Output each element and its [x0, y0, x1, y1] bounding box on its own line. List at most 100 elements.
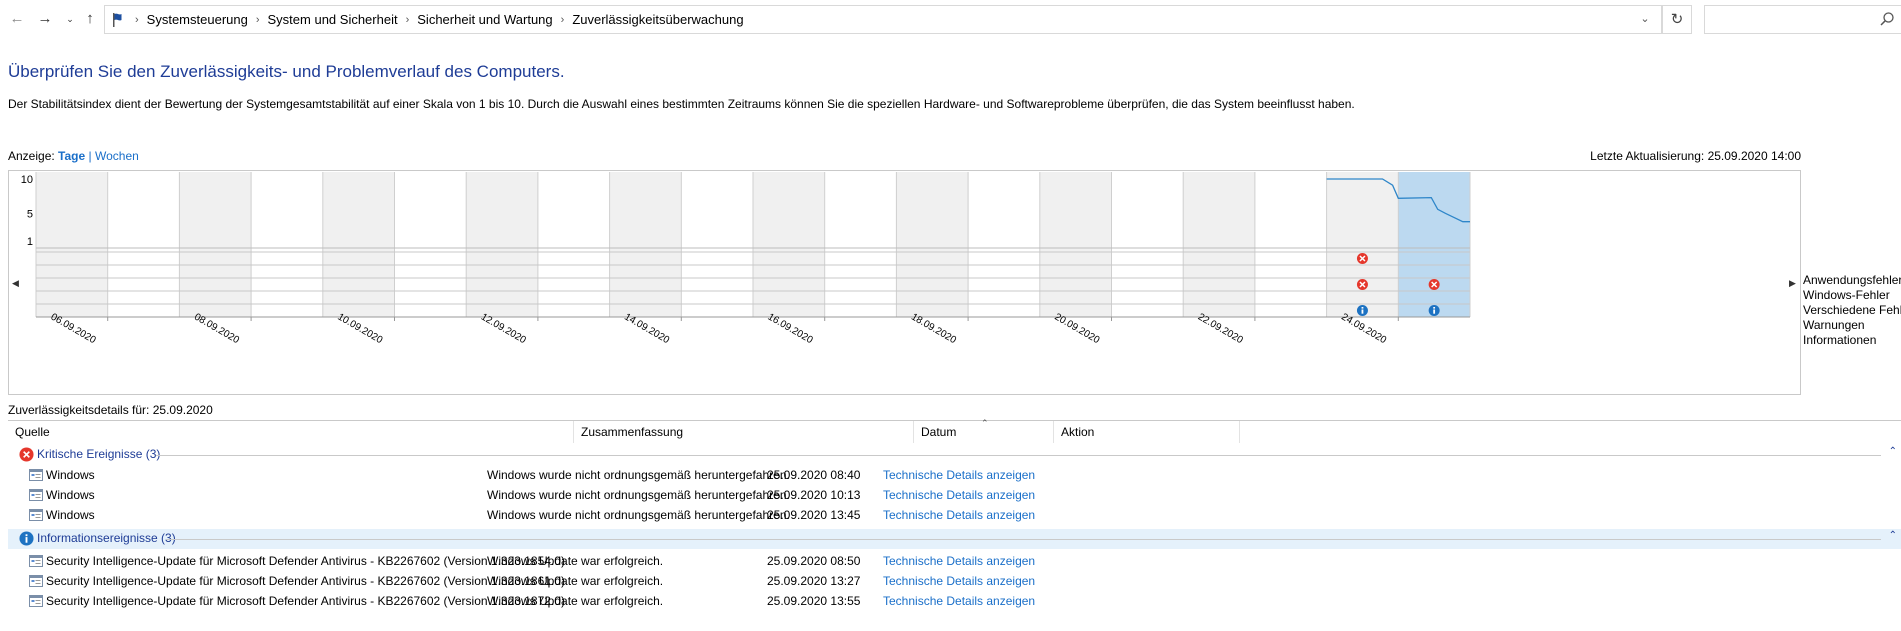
breadcrumb-sicherheit-und-wartung[interactable]: Sicherheit und Wartung	[417, 12, 552, 27]
technical-details-link[interactable]: Technische Details anzeigen	[883, 574, 1035, 588]
group-divider	[156, 455, 1881, 456]
day-column[interactable]	[466, 172, 538, 317]
table-row[interactable]: Windows Windows wurde nicht ordnungsgemä…	[8, 505, 1901, 525]
error-icon	[1356, 279, 1368, 290]
row-date: 25.09.2020 13:55	[767, 594, 861, 608]
table-row[interactable]: Windows Windows wurde nicht ordnungsgemä…	[8, 465, 1901, 485]
info-icon-dot	[1433, 307, 1436, 309]
day-column[interactable]	[1183, 172, 1255, 317]
table-row[interactable]: Windows Windows wurde nicht ordnungsgemä…	[8, 485, 1901, 505]
column-header-quelle[interactable]: Quelle	[8, 421, 574, 443]
y-tick-label: 1	[27, 236, 33, 248]
day-column[interactable]	[1326, 172, 1399, 317]
breadcrumb-zuverlaessigkeitsueberwachung[interactable]: Zuverlässigkeitsüberwachung	[572, 12, 743, 27]
navigation-bar: ← → ⌄ ↑ › Systemsteuerung › System und S…	[0, 0, 1901, 40]
scroll-left-arrow-icon[interactable]: ◀	[12, 278, 19, 289]
table-row[interactable]: Security Intelligence-Update für Microso…	[8, 571, 1901, 591]
address-bar[interactable]: › Systemsteuerung › System und Sicherhei…	[104, 5, 1662, 34]
collapse-chevron-icon[interactable]: ⌃	[1889, 446, 1897, 457]
info-icon	[1428, 305, 1440, 316]
view-days-link[interactable]: Tage	[58, 149, 85, 163]
row-source: Windows	[46, 488, 95, 502]
address-history-chevron-icon[interactable]: ⌄	[1629, 6, 1661, 33]
table-row[interactable]: Security Intelligence-Update für Microso…	[8, 551, 1901, 571]
application-icon	[29, 555, 43, 567]
refresh-icon[interactable]: ↻	[1662, 5, 1692, 34]
day-column[interactable]	[251, 172, 323, 317]
group-title: Informationsereignisse (3)	[37, 531, 176, 545]
info-icon-dot	[1361, 307, 1364, 309]
breadcrumb-system-und-sicherheit[interactable]: System und Sicherheit	[268, 12, 398, 27]
column-header-zusammenfassung[interactable]: Zusammenfassung	[574, 421, 914, 443]
info-icon-stem	[1433, 309, 1436, 314]
technical-details-link[interactable]: Technische Details anzeigen	[883, 488, 1035, 502]
day-column[interactable]	[609, 172, 682, 317]
view-selector: Anzeige: Tage | Wochen	[8, 149, 139, 163]
view-weeks-link[interactable]: Wochen	[95, 149, 139, 163]
info-icon	[19, 531, 34, 546]
day-column[interactable]	[681, 172, 753, 317]
row-date: 25.09.2020 08:50	[767, 554, 861, 568]
reliability-chart[interactable]: 10 5 1 06.09.2020 08.09.2020 10.09.2020 12.09…	[8, 170, 1801, 395]
row-summary: Windows wurde nicht ordnungsgemäß herunt…	[487, 488, 790, 502]
group-header-informationsereignisse[interactable]: Informationsereignisse (3) ⌃	[8, 529, 1901, 549]
application-icon	[29, 595, 43, 607]
day-column[interactable]	[1039, 172, 1112, 317]
day-column[interactable]	[179, 172, 252, 317]
search-box[interactable]	[1704, 5, 1901, 34]
row-date: 25.09.2020 08:40	[767, 468, 861, 482]
legend-warnungen: Warnungen	[1803, 318, 1865, 332]
group-header-kritische-ereignisse[interactable]: Kritische Ereignisse (3) ⌃	[8, 445, 1901, 465]
day-column[interactable]	[1111, 172, 1184, 317]
legend-verschiedene-fehler: Verschiedene Fehler	[1803, 303, 1901, 317]
day-column[interactable]	[394, 172, 467, 317]
technical-details-link[interactable]: Technische Details anzeigen	[883, 594, 1035, 608]
back-arrow-icon[interactable]: ←	[9, 10, 25, 28]
column-header-aktion[interactable]: Aktion	[1054, 421, 1240, 443]
view-separator: |	[88, 149, 92, 163]
row-date: 25.09.2020 13:45	[767, 508, 861, 522]
breadcrumb-separator-icon: ›	[560, 13, 565, 26]
row-summary: Windows wurde nicht ordnungsgemäß herunt…	[487, 468, 790, 482]
error-icon	[19, 447, 34, 462]
up-arrow-icon[interactable]: ↑	[82, 10, 98, 28]
page-title: Überprüfen Sie den Zuverlässigkeits- und…	[8, 62, 565, 81]
legend-anwendungsfehler: Anwendungsfehler	[1803, 273, 1901, 287]
error-icon	[1428, 279, 1440, 290]
day-column[interactable]	[824, 172, 897, 317]
row-date: 25.09.2020 10:13	[767, 488, 861, 502]
day-column[interactable]	[107, 172, 180, 317]
day-column[interactable]	[36, 172, 108, 317]
error-icon	[1356, 253, 1368, 264]
info-icon-stem	[1361, 309, 1364, 314]
forward-arrow-icon[interactable]: →	[37, 10, 53, 28]
info-icon	[1356, 305, 1368, 316]
day-column[interactable]	[1254, 172, 1327, 317]
day-column[interactable]	[322, 172, 395, 317]
technical-details-link[interactable]: Technische Details anzeigen	[883, 468, 1035, 482]
breadcrumb-systemsteuerung[interactable]: Systemsteuerung	[147, 12, 248, 27]
sort-ascending-icon: ⌃	[981, 418, 989, 428]
y-tick-label: 10	[21, 174, 33, 186]
recent-locations-chevron-icon[interactable]: ⌄	[62, 10, 78, 28]
application-icon	[29, 469, 43, 481]
technical-details-link[interactable]: Technische Details anzeigen	[883, 508, 1035, 522]
y-tick-label: 5	[27, 208, 33, 220]
technical-details-link[interactable]: Technische Details anzeigen	[883, 554, 1035, 568]
row-summary: Windows Update war erfolgreich.	[487, 594, 664, 608]
table-row[interactable]: Security Intelligence-Update für Microso…	[8, 591, 1901, 611]
day-column[interactable]	[1398, 172, 1470, 317]
row-summary: Windows wurde nicht ordnungsgemäß herunt…	[487, 508, 790, 522]
breadcrumb-separator-icon: ›	[135, 13, 139, 26]
day-column[interactable]	[968, 172, 1040, 317]
day-column[interactable]	[896, 172, 969, 317]
day-column[interactable]	[753, 172, 825, 317]
row-source: Windows	[46, 508, 95, 522]
stability-chart[interactable]: 1051 06.09.2020 08.09.2020 10.09.2020 12.09…	[9, 171, 1800, 394]
scroll-right-arrow-icon[interactable]: ▶	[1789, 278, 1796, 289]
control-panel-flag-icon	[113, 12, 122, 27]
row-summary: Windows Update war erfolgreich.	[487, 554, 664, 568]
application-icon	[29, 509, 43, 521]
collapse-chevron-icon[interactable]: ⌃	[1889, 530, 1897, 541]
day-column[interactable]	[537, 172, 610, 317]
